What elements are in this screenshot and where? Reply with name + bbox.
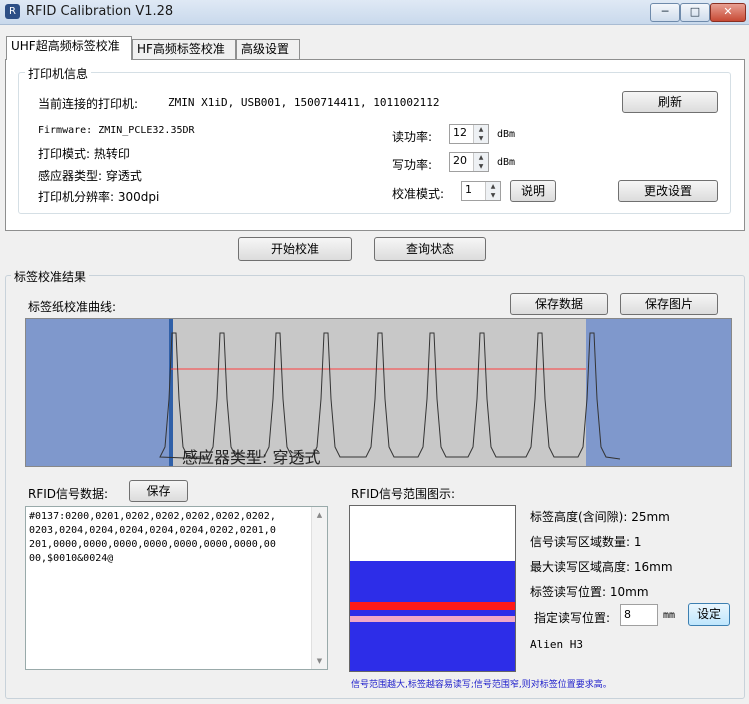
save-image-button[interactable]: 保存图片 — [620, 293, 718, 315]
save-rfid-data-button[interactable]: 保存 — [129, 480, 188, 502]
save-data-button[interactable]: 保存数据 — [510, 293, 608, 315]
write-power-stepper[interactable]: 20 ▲ ▼ — [449, 152, 489, 172]
app-icon: R — [5, 4, 20, 19]
read-power-unit: dBm — [497, 129, 516, 140]
explain-button[interactable]: 说明 — [510, 180, 556, 202]
tab-uhf-calibration[interactable]: UHF超高频标签校准 — [6, 36, 132, 60]
maximize-button[interactable]: □ — [680, 3, 710, 22]
calibration-mode-stepper[interactable]: 1 ▲ ▼ — [461, 181, 501, 201]
spin-arrows-icon[interactable]: ▲ ▼ — [485, 182, 500, 200]
textarea-scrollbar[interactable]: ▲ ▼ — [311, 507, 327, 669]
rw-zone-count-text: 信号读写区域数量: 1 — [530, 535, 642, 549]
rfid-data-textarea[interactable]: #0137:0200,0201,0202,0202,0202,0202,0202… — [25, 506, 328, 670]
chart-sensor-type-text: 感应器类型: 穿透式 — [182, 448, 321, 467]
signal-range-diagram — [349, 505, 516, 672]
write-power-label: 写功率: — [392, 158, 433, 172]
printer-info-legend: 打印机信息 — [25, 65, 92, 82]
write-power-unit: dBm — [497, 157, 516, 168]
tab-hf-calibration[interactable]: HF高频标签校准 — [132, 39, 236, 59]
refresh-button[interactable]: 刷新 — [622, 91, 718, 113]
window-title: RFID Calibration V1.28 — [26, 4, 174, 19]
rfid-data-line: 00,$0010&0024@ — [29, 553, 114, 564]
set-position-button[interactable]: 设定 — [688, 603, 730, 626]
spin-arrows-icon[interactable]: ▲ ▼ — [473, 153, 488, 171]
specify-position-label: 指定读写位置: — [534, 611, 611, 625]
tag-height-text: 标签高度(含间隙): 25mm — [530, 510, 670, 524]
tab-advanced-settings[interactable]: 高级设置 — [236, 39, 300, 59]
rfid-data-line: 201,0000,0000,0000,0000,0000,0000,0000,0… — [29, 539, 276, 550]
tag-rw-position-text: 标签读写位置: 10mm — [530, 585, 649, 599]
rfid-data-line: 0203,0204,0204,0204,0204,0204,0202,0201,… — [29, 525, 276, 536]
printer-resolution-text: 打印机分辨率: 300dpi — [38, 190, 160, 204]
start-calibration-button[interactable]: 开始校准 — [238, 237, 352, 261]
calibration-mode-label: 校准模式: — [392, 187, 445, 201]
connected-printer-label: 当前连接的打印机: — [38, 97, 139, 111]
read-power-stepper[interactable]: 12 ▲ ▼ — [449, 124, 489, 144]
spin-arrows-icon[interactable]: ▲ ▼ — [473, 125, 488, 143]
close-button[interactable]: ✕ — [710, 3, 746, 22]
sensor-type-text: 感应器类型: 穿透式 — [38, 169, 142, 183]
scroll-up-icon[interactable]: ▲ — [312, 511, 327, 519]
specify-position-value: 8 — [624, 608, 631, 621]
specified-position-bar — [350, 616, 515, 622]
range-diagram-label: RFID信号范围图示: — [351, 487, 456, 501]
change-settings-button[interactable]: 更改设置 — [618, 180, 718, 202]
rfid-data-label: RFID信号数据: — [28, 487, 109, 501]
write-power-value: 20 — [453, 154, 467, 167]
rfid-data-line: #0137:0200,0201,0202,0202,0202,0202,0202… — [29, 511, 276, 522]
specify-position-input[interactable]: 8 — [620, 604, 658, 626]
calibration-results-legend: 标签校准结果 — [11, 268, 90, 285]
print-mode-text: 打印模式: 热转印 — [38, 147, 130, 161]
calibration-curve-svg — [159, 319, 621, 466]
calibration-mode-value: 1 — [465, 183, 472, 196]
title-bar: R RFID Calibration V1.28 ─ □ ✕ — [0, 0, 749, 25]
read-power-label: 读功率: — [392, 130, 433, 144]
minimize-button[interactable]: ─ — [650, 3, 680, 22]
read-power-value: 12 — [453, 126, 467, 139]
query-status-button[interactable]: 查询状态 — [374, 237, 486, 261]
calibration-curve-chart: 感应器类型: 穿透式 — [25, 318, 732, 467]
connected-printer-value: ZMIN X1iD, USB001, 1500714411, 101100211… — [168, 96, 440, 109]
calibration-curve-label: 标签纸校准曲线: — [28, 300, 117, 314]
scroll-down-icon[interactable]: ▼ — [312, 657, 327, 665]
max-rw-zone-height-text: 最大读写区域高度: 16mm — [530, 560, 673, 574]
specify-position-unit: mm — [663, 610, 676, 621]
rw-position-bar — [350, 602, 515, 610]
range-blank-area — [350, 506, 515, 561]
range-footnote: 信号范围越大,标签越容易读写;信号范围窄,则对标签位置要求高。 — [351, 680, 612, 690]
firmware-text: Firmware: ZMIN_PCLE32.35DR — [38, 125, 195, 136]
chip-model-text: Alien H3 — [530, 638, 583, 651]
rfid-data-content: #0137:0200,0201,0202,0202,0202,0202,0202… — [29, 510, 276, 566]
